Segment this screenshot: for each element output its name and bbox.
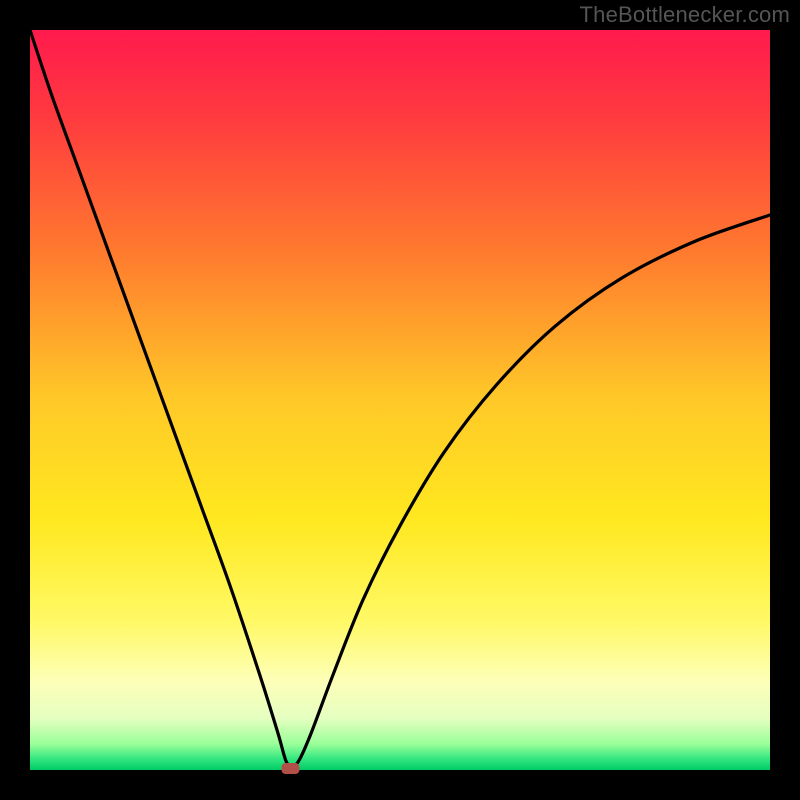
optimum-marker	[281, 763, 299, 774]
watermark-text: TheBottlenecker.com	[580, 2, 790, 28]
plot-background	[30, 30, 770, 770]
bottleneck-chart	[0, 0, 800, 800]
chart-frame: TheBottlenecker.com	[0, 0, 800, 800]
